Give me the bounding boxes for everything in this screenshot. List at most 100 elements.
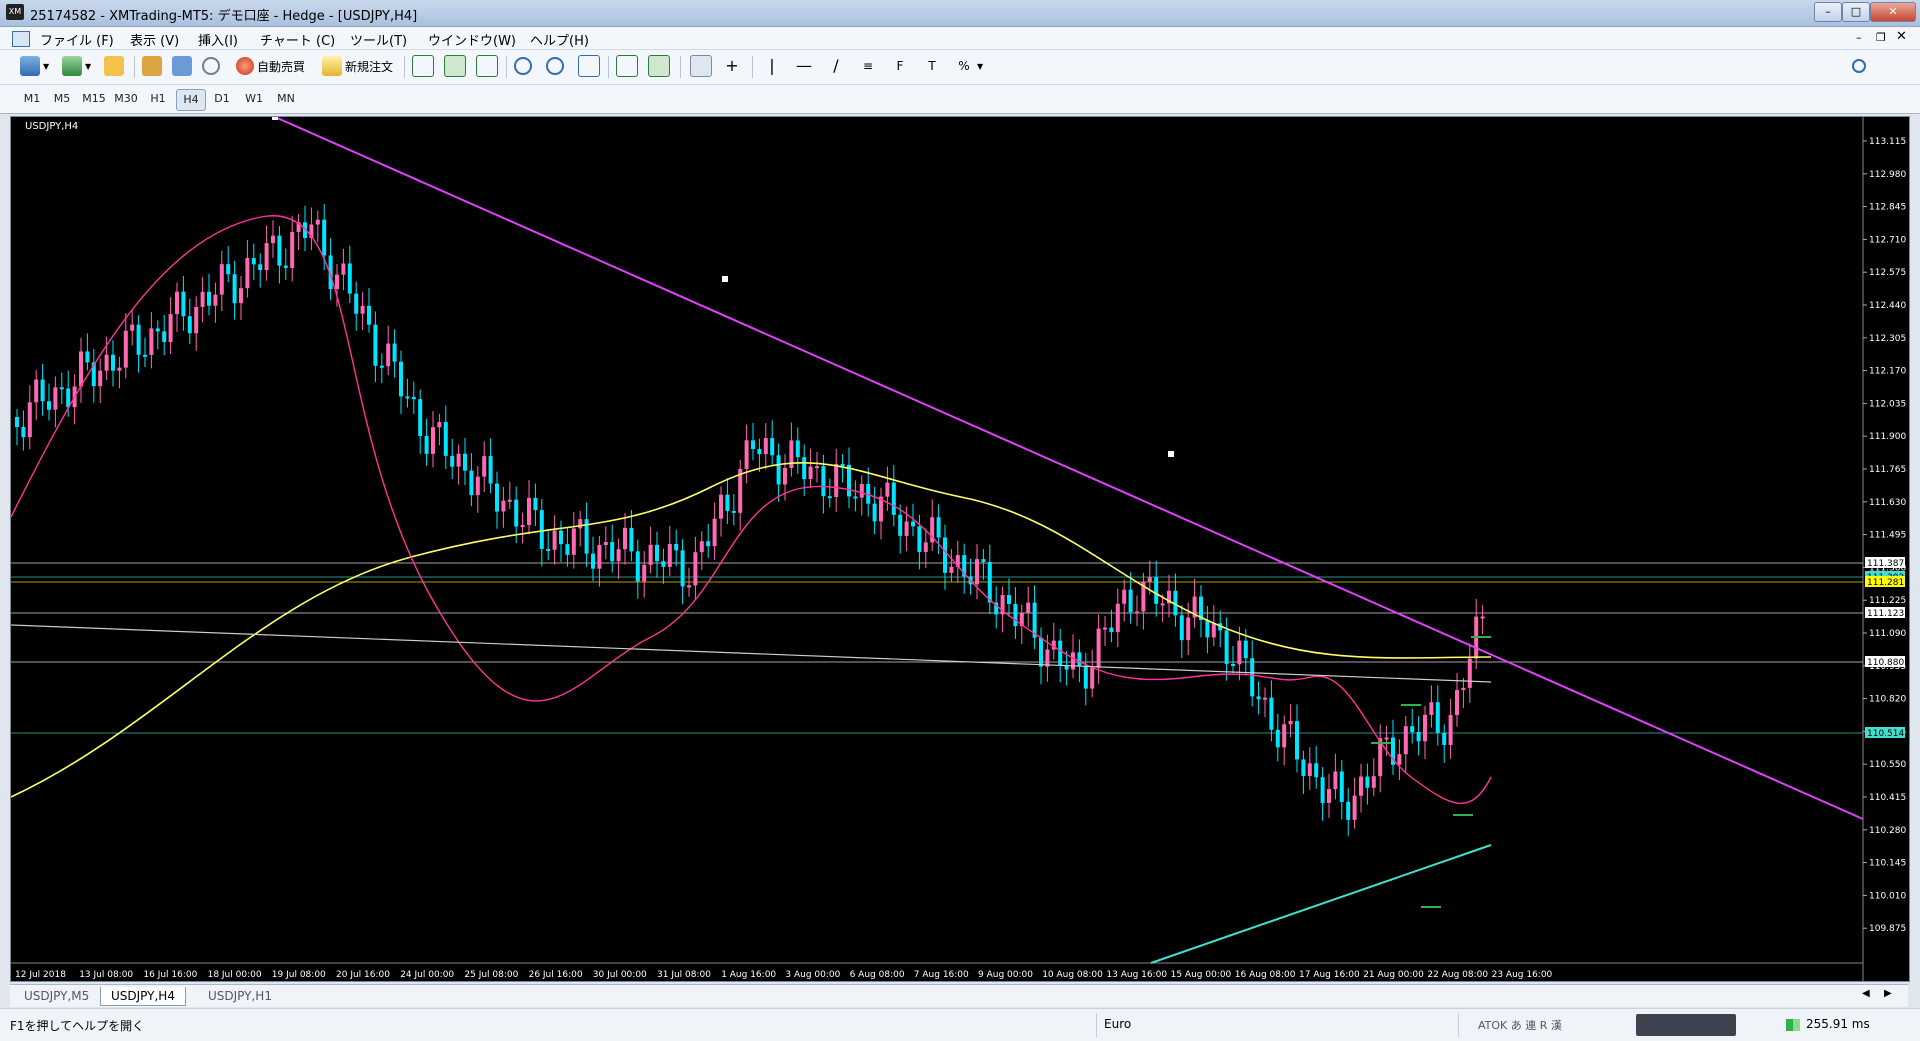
fibonacci-button[interactable]: F xyxy=(890,54,910,78)
tf-d1[interactable]: D1 xyxy=(208,89,236,109)
search-button[interactable] xyxy=(1852,54,1866,78)
tf-h4[interactable]: H4 xyxy=(176,89,206,111)
tile-windows-button[interactable] xyxy=(578,54,600,78)
candle-body xyxy=(98,370,103,387)
candle-body xyxy=(629,527,634,552)
time-tick-label: 3 Aug 00:00 xyxy=(785,970,840,980)
bar-chart-button[interactable] xyxy=(412,54,434,78)
chart-shift-button[interactable] xyxy=(616,54,638,78)
tf-w1[interactable]: W1 xyxy=(240,89,268,109)
menu-window[interactable]: ウインドウ(W) xyxy=(428,30,516,49)
price-tag-label: 110.514 xyxy=(1867,729,1904,739)
time-tick-label: 19 Jul 08:00 xyxy=(272,970,326,980)
candle-body xyxy=(1429,702,1434,715)
candle-body xyxy=(1135,611,1139,614)
candle-body xyxy=(424,435,429,454)
toolbar-separator xyxy=(680,56,681,78)
chart-canvas[interactable]: 113.115 112.980 112.845 112.710 112.575 112.4… xyxy=(11,117,1909,981)
tf-m1[interactable]: M1 xyxy=(18,89,46,109)
chart-tab-usdjpy-h1[interactable]: USDJPY,H1 xyxy=(198,987,282,1005)
signal-icon xyxy=(202,57,220,75)
auto-scroll-button[interactable] xyxy=(648,54,670,78)
candle-body xyxy=(347,263,352,294)
price-chart[interactable]: USDJPY,H4 113.115 112.980 112.845 112.710 11… xyxy=(10,116,1910,982)
menu-insert[interactable]: 挿入(I) xyxy=(198,30,238,49)
strategy-tester-button[interactable] xyxy=(104,54,124,78)
candle-body xyxy=(437,422,442,428)
mdi-minimize-button[interactable]: – xyxy=(1856,31,1862,44)
zoom-out-button[interactable] xyxy=(546,54,564,78)
scroll-left-icon[interactable]: ◀ xyxy=(1862,988,1870,999)
horizontal-line-button[interactable]: — xyxy=(794,54,814,78)
price-tag-label: 111.387 xyxy=(1867,559,1904,569)
candle-body xyxy=(1224,630,1229,664)
maximize-button[interactable]: □ xyxy=(1842,2,1870,22)
candle-body xyxy=(258,264,263,271)
tf-m5[interactable]: M5 xyxy=(48,89,76,109)
line-chart-button[interactable] xyxy=(476,54,498,78)
candle-body xyxy=(1352,795,1357,820)
trend-line-button[interactable]: / xyxy=(826,54,846,78)
zoom-out-icon xyxy=(546,57,564,75)
scroll-right-icon[interactable]: ▶ xyxy=(1884,988,1892,999)
menu-help[interactable]: ヘルプ(H) xyxy=(530,30,589,49)
auto-trading-button[interactable]: 自動売買 xyxy=(236,54,305,78)
candle-body xyxy=(757,449,762,455)
candle-body xyxy=(1327,789,1331,803)
candle-body xyxy=(200,291,205,307)
candle-body xyxy=(475,476,480,496)
mdi-restore-button[interactable]: ❐ xyxy=(1876,31,1886,44)
vertical-line-button[interactable]: | xyxy=(762,54,782,78)
candle-body xyxy=(872,503,877,522)
trend-line-icon: / xyxy=(833,56,839,75)
candle-body xyxy=(1448,715,1453,745)
candle-body xyxy=(751,440,755,450)
new-chart-button[interactable]: ▼ xyxy=(20,54,49,78)
candle-body xyxy=(232,274,237,304)
navigator-icon xyxy=(172,56,192,76)
signals-button[interactable] xyxy=(202,54,220,78)
price-tick-label: 112.440 xyxy=(1869,301,1906,311)
candle-body xyxy=(1397,754,1402,765)
chart-tab-usdjpy-m5[interactable]: USDJPY,M5 xyxy=(14,987,99,1005)
candle-body xyxy=(674,544,679,551)
profiles-button[interactable]: ▼ xyxy=(62,54,91,78)
cursor-button[interactable] xyxy=(690,54,712,78)
price-tick-label: 112.575 xyxy=(1869,268,1906,278)
zoom-in-button[interactable] xyxy=(514,54,532,78)
tf-m15[interactable]: M15 xyxy=(80,89,108,109)
navigator-button[interactable] xyxy=(172,54,192,78)
candle-body xyxy=(565,544,570,555)
candle-body xyxy=(610,542,615,562)
tf-m30[interactable]: M30 xyxy=(112,89,140,109)
tf-h1[interactable]: H1 xyxy=(144,89,172,109)
minimize-button[interactable]: – xyxy=(1814,2,1842,22)
menu-view[interactable]: 表示 (V) xyxy=(130,30,179,49)
tf-mn[interactable]: MN xyxy=(272,89,300,109)
dropdown-arrow-icon: ▼ xyxy=(85,61,92,71)
candle-body xyxy=(616,549,621,562)
close-button[interactable]: ✕ xyxy=(1870,2,1916,22)
candle-body xyxy=(1083,665,1088,689)
chart-tabs-bar: USDJPY,M5 USDJPY,H4 USDJPY,H1 ◀ ▶ xyxy=(10,984,1908,1007)
candle-body xyxy=(379,365,384,368)
candle-body xyxy=(834,463,839,497)
menu-tools[interactable]: ツール(T) xyxy=(350,30,407,49)
text-button[interactable]: T xyxy=(922,54,942,78)
candle-body xyxy=(667,544,672,567)
candle-body xyxy=(168,314,173,342)
candle-body xyxy=(578,519,583,529)
market-watch-button[interactable] xyxy=(142,54,162,78)
new-order-button[interactable]: 新規注文 xyxy=(322,54,393,78)
chart-tab-usdjpy-h4[interactable]: USDJPY,H4 xyxy=(100,987,186,1006)
shapes-button[interactable]: % ▼ xyxy=(954,54,983,78)
menu-chart[interactable]: チャート (C) xyxy=(260,30,335,49)
menu-file[interactable]: ファイル (F) xyxy=(40,30,114,49)
equidistant-channel-button[interactable]: ≡ xyxy=(858,54,878,78)
crosshair-button[interactable]: + xyxy=(722,54,742,78)
price-tick-label: 111.090 xyxy=(1869,629,1906,639)
candlestick-button[interactable] xyxy=(444,54,466,78)
candle-body xyxy=(680,550,685,587)
candle-body xyxy=(635,551,640,582)
mdi-close-button[interactable]: ✕ xyxy=(1896,29,1907,44)
